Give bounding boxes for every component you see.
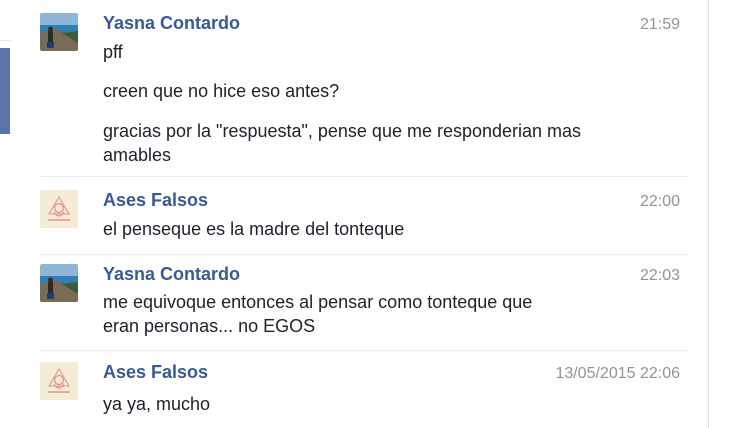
message-group: Ases Falsos 22:00 el penseque es la madr… (40, 190, 690, 250)
message-group: Yasna Contardo 21:59 pff creen que no hi… (40, 13, 690, 173)
message-group: Yasna Contardo 22:03 me equivoque entonc… (40, 264, 690, 344)
timestamp: 22:03 (639, 267, 680, 284)
author-name[interactable]: Ases Falsos (103, 190, 208, 210)
timestamp: 13/05/2015 22:06 (555, 365, 680, 382)
message-text: gracias por la "respuesta", pense que me… (103, 121, 582, 165)
left-panel-divider (0, 40, 11, 41)
ases-falsos-logo-avatar-icon (40, 190, 78, 228)
author-name[interactable]: Yasna Contardo (103, 264, 240, 284)
beach-photo-avatar-icon (40, 264, 78, 302)
timestamp: 21:59 (639, 16, 680, 33)
group-separator (40, 350, 688, 351)
left-panel-edge (0, 0, 11, 428)
message-text: ya ya, mucho (103, 394, 211, 414)
right-border (708, 0, 709, 428)
avatar[interactable] (40, 362, 78, 400)
author-name[interactable]: Yasna Contardo (103, 13, 240, 33)
ases-falsos-logo-avatar-icon (40, 362, 78, 400)
avatar[interactable] (40, 264, 78, 302)
chat-window: Yasna Contardo 21:59 pff creen que no hi… (0, 0, 730, 428)
timestamp: 22:00 (639, 193, 680, 210)
left-panel-selected-tab[interactable] (0, 48, 10, 134)
group-separator (40, 254, 688, 255)
message-text: pff (103, 42, 123, 62)
beach-photo-avatar-icon (40, 13, 78, 51)
message-text: me equivoque entonces al pensar como ton… (103, 292, 533, 336)
avatar[interactable] (40, 190, 78, 228)
author-name[interactable]: Ases Falsos (103, 362, 208, 382)
avatar[interactable] (40, 13, 78, 51)
message-group: Ases Falsos 13/05/2015 22:06 ya ya, much… (40, 362, 690, 422)
message-text: el penseque es la madre del tonteque (103, 219, 405, 239)
group-separator (40, 176, 688, 177)
message-text: creen que no hice eso antes? (103, 81, 340, 101)
